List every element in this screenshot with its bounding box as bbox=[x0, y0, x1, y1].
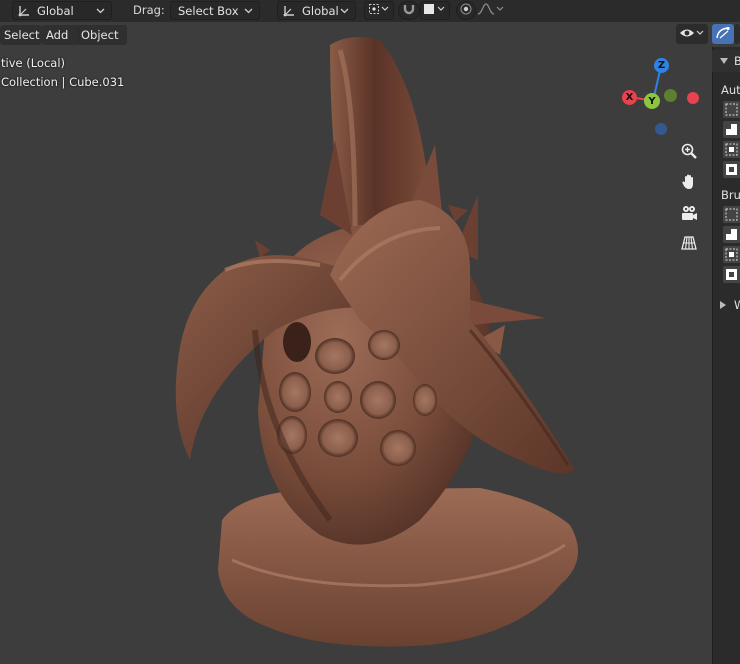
hand-icon bbox=[680, 173, 698, 194]
gizmo-icon bbox=[715, 26, 731, 43]
brush-masking-label: Brus bbox=[721, 188, 740, 202]
collapsed-panel-header[interactable]: W bbox=[712, 294, 740, 316]
auto-mask-face-sets-button[interactable] bbox=[723, 121, 740, 138]
auto-mask-cavity-button[interactable] bbox=[723, 161, 740, 178]
viewport-header: Global Drag: Select Box Global bbox=[0, 0, 740, 22]
select-menu[interactable]: Select bbox=[0, 25, 42, 45]
checker-square-icon bbox=[723, 164, 740, 181]
collapsed-panel-title: W bbox=[734, 298, 740, 312]
falloff-dropdown[interactable] bbox=[476, 1, 506, 20]
drag-label: Drag: bbox=[133, 3, 165, 17]
auto-mask-topology-button[interactable] bbox=[723, 101, 740, 118]
camera-view-button[interactable] bbox=[677, 202, 701, 226]
brush-mask-topology-button[interactable] bbox=[723, 206, 740, 223]
gizmo-neg-x-axis[interactable] bbox=[687, 92, 699, 104]
collection-object-text: Collection | Cube.031 bbox=[1, 75, 125, 89]
brush-mask-cavity-button[interactable] bbox=[723, 266, 740, 283]
sidebar-panel-title: B bbox=[734, 54, 740, 68]
pivot-orientation-value: Global bbox=[302, 3, 339, 18]
transform-axes-icon bbox=[17, 4, 31, 18]
object-menu-label: Object bbox=[81, 28, 119, 42]
zoom-button[interactable] bbox=[677, 140, 701, 164]
disclosure-triangle-icon bbox=[720, 301, 726, 309]
gizmo-neg-z-axis[interactable] bbox=[655, 123, 667, 135]
pivot-point-dropdown[interactable] bbox=[364, 1, 394, 20]
chevron-down-icon bbox=[339, 6, 349, 16]
proportional-editing-toggle[interactable] bbox=[456, 1, 476, 20]
pivot-point-icon bbox=[368, 3, 390, 18]
gizmo-x-axis[interactable]: X bbox=[622, 90, 637, 105]
dashed-square-icon bbox=[723, 103, 740, 121]
proportional-icon bbox=[460, 3, 472, 18]
visibility-dropdown[interactable] bbox=[676, 24, 708, 44]
gizmo-dropdown[interactable] bbox=[734, 24, 740, 44]
chevron-down-icon bbox=[95, 6, 105, 16]
pan-button[interactable] bbox=[677, 171, 701, 195]
perspective-toggle-button[interactable] bbox=[677, 232, 701, 256]
filled-square-icon bbox=[723, 229, 740, 246]
chevron-down-icon bbox=[243, 6, 253, 16]
eye-icon bbox=[679, 27, 705, 42]
snap-toggle[interactable] bbox=[398, 1, 420, 20]
gizmo-neg-y-axis[interactable] bbox=[664, 89, 677, 102]
drag-tool-dropdown[interactable]: Select Box bbox=[170, 1, 260, 20]
select-menu-label: Select bbox=[4, 28, 40, 42]
add-menu-label: Add bbox=[46, 28, 69, 42]
camera-icon bbox=[680, 204, 698, 225]
snap-element-dropdown[interactable] bbox=[420, 1, 450, 20]
view-name-text: tive (Local) bbox=[1, 56, 66, 70]
magnet-icon bbox=[402, 2, 416, 19]
dashed-square-icon bbox=[723, 208, 740, 226]
falloff-curve-icon bbox=[477, 3, 505, 18]
filled-square-icon bbox=[723, 124, 740, 141]
auto-mask-boundary-button[interactable] bbox=[723, 141, 740, 158]
add-menu[interactable]: Add bbox=[42, 25, 80, 45]
zoom-icon bbox=[680, 142, 698, 163]
checker-square-icon bbox=[723, 269, 740, 286]
object-menu[interactable]: Object bbox=[77, 25, 127, 45]
disclosure-triangle-icon bbox=[720, 58, 728, 64]
pivot-orientation-dropdown[interactable]: Global bbox=[277, 1, 356, 20]
gizmo-toggle-button[interactable] bbox=[712, 24, 734, 44]
transform-axes-icon bbox=[282, 4, 296, 18]
transform-orientation-dropdown[interactable]: Global bbox=[12, 1, 112, 20]
gizmo-y-axis[interactable]: Y bbox=[644, 93, 660, 109]
navigation-gizmo[interactable]: Z X Y bbox=[618, 55, 704, 141]
boundary-square-icon bbox=[723, 248, 740, 266]
brush-mask-face-sets-button[interactable] bbox=[723, 226, 740, 243]
drag-tool-value: Select Box bbox=[178, 3, 239, 18]
grid-icon bbox=[680, 234, 698, 255]
brush-mask-boundary-button[interactable] bbox=[723, 246, 740, 263]
gizmo-z-axis[interactable]: Z bbox=[654, 58, 669, 73]
transform-orientation-value: Global bbox=[37, 3, 74, 18]
boundary-square-icon bbox=[723, 143, 740, 161]
sidebar-panel-header[interactable]: B bbox=[712, 50, 740, 72]
square-icon bbox=[423, 3, 447, 18]
auto-masking-label: Auto bbox=[721, 83, 740, 97]
